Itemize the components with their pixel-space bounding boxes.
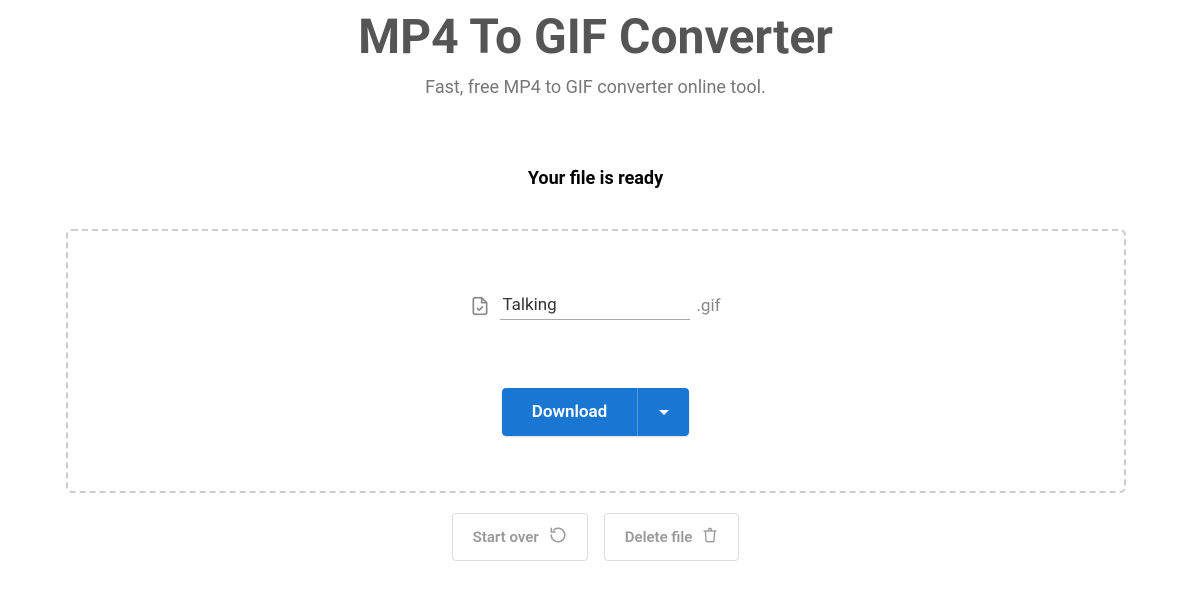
filename-row: .gif <box>470 291 720 320</box>
page-title: MP4 To GIF Converter <box>358 8 833 65</box>
download-dropdown-button[interactable] <box>637 388 689 436</box>
delete-file-label: Delete file <box>625 528 693 546</box>
status-heading: Your file is ready <box>528 168 663 189</box>
page-subtitle: Fast, free MP4 to GIF converter online t… <box>425 77 766 98</box>
secondary-actions: Start over Delete file <box>452 513 740 561</box>
delete-file-button[interactable]: Delete file <box>604 513 740 561</box>
download-button-group: Download <box>502 388 689 436</box>
file-result-box: .gif Download <box>66 229 1126 493</box>
caret-down-icon <box>658 405 670 420</box>
download-button[interactable]: Download <box>502 388 637 436</box>
file-check-icon <box>470 294 490 318</box>
start-over-label: Start over <box>473 528 539 546</box>
file-extension: .gif <box>696 296 720 316</box>
trash-icon <box>702 526 718 548</box>
start-over-button[interactable]: Start over <box>452 513 588 561</box>
filename-input[interactable] <box>500 291 690 320</box>
refresh-icon <box>549 526 567 548</box>
